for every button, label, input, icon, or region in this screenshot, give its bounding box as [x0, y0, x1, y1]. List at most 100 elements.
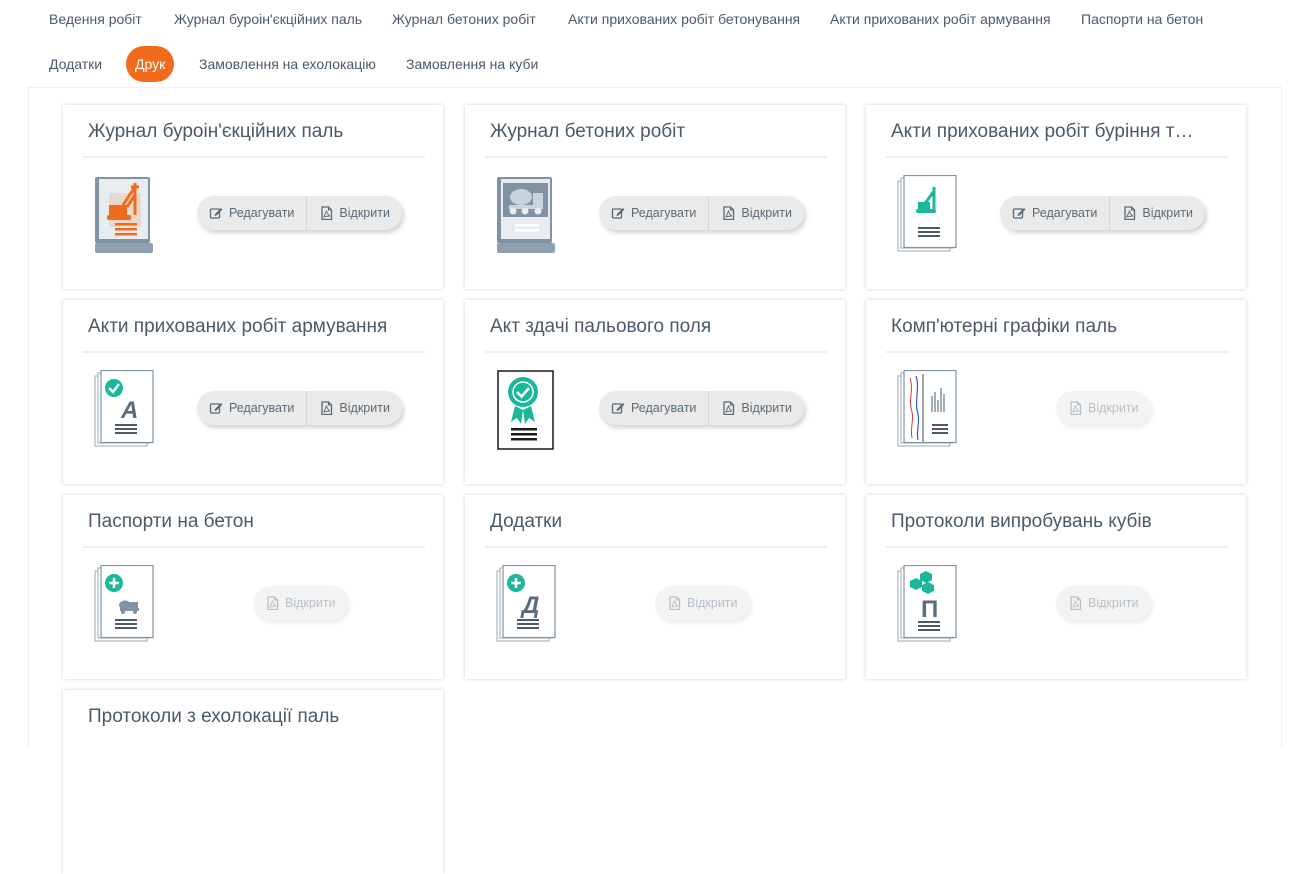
- tab-print[interactable]: Друк: [126, 46, 175, 82]
- card-actions: Відкрити: [1056, 586, 1151, 620]
- tab-work-management[interactable]: Ведення робіт: [40, 1, 151, 37]
- pdf-icon: [723, 206, 735, 220]
- edit-button[interactable]: Редагувати: [197, 196, 306, 230]
- edit-button[interactable]: Редагувати: [1000, 196, 1109, 230]
- print-card-echolocation-protocols: Протоколи з ехолокації паль: [63, 690, 443, 874]
- card-title: Журнал буроін'єкційних паль: [88, 121, 344, 142]
- pdf-icon: [669, 596, 681, 610]
- edit-label: Редагувати: [1032, 206, 1098, 220]
- print-card-pile-journal: Журнал буроін'єкційних паль Редагувати В…: [63, 105, 443, 289]
- pdf-icon: [723, 401, 735, 415]
- drilling-act-document-icon: [897, 175, 957, 252]
- card-actions: Редагувати Відкрити: [1000, 196, 1205, 230]
- open-label: Відкрити: [1088, 401, 1139, 415]
- open-button[interactable]: Відкрити: [1056, 391, 1151, 425]
- pdf-icon: [321, 206, 333, 220]
- pile-graph-document-icon: [897, 370, 957, 447]
- edit-button[interactable]: Редагувати: [599, 196, 708, 230]
- open-button[interactable]: Відкрити: [1056, 586, 1151, 620]
- card-divider: [886, 156, 1228, 158]
- open-button[interactable]: Відкрити: [655, 586, 750, 620]
- print-card-pile-field-act: Акт здачі пальового поля Редагувати Відк…: [465, 300, 845, 484]
- svg-text:A: A: [120, 397, 138, 424]
- card-title: Журнал бетоних робіт: [490, 121, 686, 142]
- concrete-mixer-book-icon: [497, 177, 555, 253]
- card-title: Протоколи випробувань кубів: [891, 511, 1152, 532]
- open-button[interactable]: Відкрити: [253, 586, 348, 620]
- certificate-ribbon-icon: [497, 370, 554, 450]
- edit-icon: [611, 207, 625, 219]
- edit-label: Редагувати: [631, 401, 697, 415]
- card-divider: [485, 156, 827, 158]
- tab-appendices[interactable]: Додатки: [40, 46, 111, 82]
- print-card-pile-graphs: Комп'ютерні графіки паль Відкрити: [866, 300, 1246, 484]
- card-actions: Відкрити: [1056, 391, 1151, 425]
- print-card-appendices: Додатки Д Відкрити: [465, 495, 845, 679]
- card-divider: [83, 546, 425, 548]
- tab-cube-orders[interactable]: Замовлення на куби: [397, 46, 547, 82]
- edit-button[interactable]: Редагувати: [599, 391, 708, 425]
- open-label: Відкрити: [741, 401, 792, 415]
- open-label: Відкрити: [339, 401, 390, 415]
- card-divider: [886, 546, 1228, 548]
- print-card-drilling-acts: Акти прихованих робіт буріння т… Редагув…: [866, 105, 1246, 289]
- edit-button[interactable]: Редагувати: [197, 391, 306, 425]
- open-label: Відкрити: [1088, 596, 1139, 610]
- reinforcement-act-document-icon: A: [94, 370, 154, 447]
- tab-concrete-journal[interactable]: Журнал бетоних робіт: [383, 1, 545, 37]
- open-button[interactable]: Відкрити: [306, 391, 402, 425]
- open-button[interactable]: Відкрити: [708, 196, 804, 230]
- card-actions: Відкрити: [253, 586, 348, 620]
- tab-reinforcement-acts[interactable]: Акти прихованих робіт армування: [821, 1, 1060, 37]
- print-card-reinforcement-acts: Акти прихованих робіт армування A Редагу…: [63, 300, 443, 484]
- pdf-icon: [267, 596, 279, 610]
- concrete-passport-document-icon: [94, 565, 154, 642]
- card-divider: [485, 351, 827, 353]
- open-label: Відкрити: [285, 596, 336, 610]
- appendix-document-icon: Д: [496, 565, 556, 642]
- edit-icon: [1012, 207, 1026, 219]
- card-actions: Редагувати Відкрити: [599, 391, 804, 425]
- print-card-concrete-journal: Журнал бетоних робіт Редагувати Відкрити: [465, 105, 845, 289]
- card-title: Додатки: [490, 511, 563, 532]
- open-label: Відкрити: [339, 206, 390, 220]
- open-button[interactable]: Відкрити: [1109, 196, 1205, 230]
- edit-icon: [209, 402, 223, 414]
- pdf-icon: [1070, 401, 1082, 415]
- tab-concrete-passports[interactable]: Паспорти на бетон: [1072, 1, 1212, 37]
- card-actions: Відкрити: [655, 586, 750, 620]
- card-title: Протоколи з ехолокації паль: [88, 706, 340, 727]
- pdf-icon: [1124, 206, 1136, 220]
- open-button[interactable]: Відкрити: [306, 196, 402, 230]
- card-actions: Редагувати Відкрити: [197, 391, 402, 425]
- pile-rig-book-icon: [95, 177, 153, 253]
- card-divider: [83, 351, 425, 353]
- card-actions: Редагувати Відкрити: [197, 196, 402, 230]
- tab-concreting-acts[interactable]: Акти прихованих робіт бетонування: [559, 1, 809, 37]
- card-divider: [886, 351, 1228, 353]
- svg-text:Д: Д: [520, 592, 539, 619]
- tab-echolocation-orders[interactable]: Замовлення на ехолокацію: [190, 46, 385, 82]
- card-title: Акт здачі пальового поля: [490, 316, 712, 337]
- cube-test-protocol-icon: П: [897, 565, 957, 642]
- open-label: Відкрити: [741, 206, 792, 220]
- tab-pile-journal[interactable]: Журнал буроін'єкційних паль: [165, 1, 371, 37]
- open-label: Відкрити: [1142, 206, 1193, 220]
- card-title: Акти прихованих робіт буріння т…: [891, 121, 1194, 142]
- open-button[interactable]: Відкрити: [708, 391, 804, 425]
- card-title: Акти прихованих робіт армування: [88, 316, 388, 337]
- card-title: Паспорти на бетон: [88, 511, 254, 532]
- print-card-concrete-passports: Паспорти на бетон Відкрити: [63, 495, 443, 679]
- open-label: Відкрити: [687, 596, 738, 610]
- card-actions: Редагувати Відкрити: [599, 196, 804, 230]
- edit-label: Редагувати: [229, 401, 295, 415]
- edit-icon: [611, 402, 625, 414]
- card-divider: [83, 156, 425, 158]
- edit-icon: [209, 207, 223, 219]
- edit-label: Редагувати: [631, 206, 697, 220]
- print-card-cube-protocols: Протоколи випробувань кубів П Відкрити: [866, 495, 1246, 679]
- card-divider: [485, 546, 827, 548]
- pdf-icon: [321, 401, 333, 415]
- pdf-icon: [1070, 596, 1082, 610]
- edit-label: Редагувати: [229, 206, 295, 220]
